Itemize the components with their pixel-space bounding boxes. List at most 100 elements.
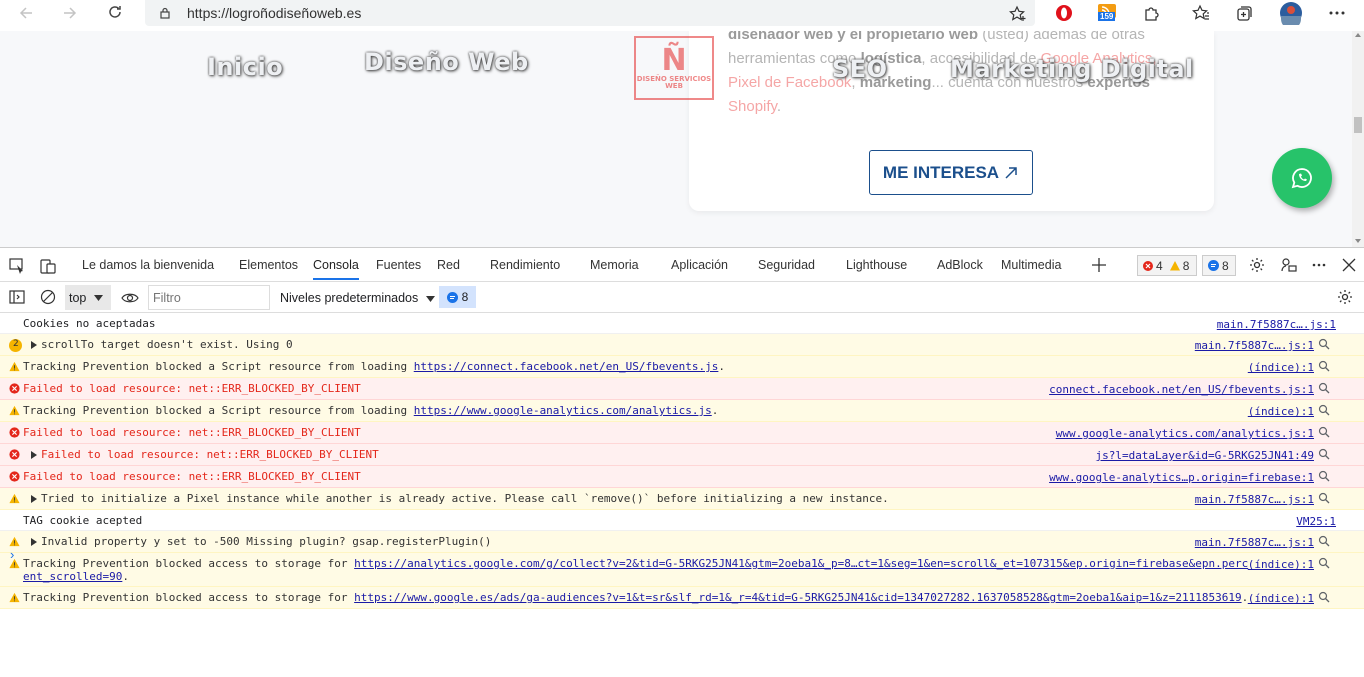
- extensions-button[interactable]: [1141, 2, 1163, 24]
- source-link[interactable]: main.7f5887c….js:1: [1195, 536, 1314, 549]
- search-icon[interactable]: [1318, 338, 1330, 350]
- levels-dropdown[interactable]: Niveles predeterminados: [280, 291, 435, 305]
- console-message-warn[interactable]: Invalid property y set to -500 Missing p…: [0, 531, 1364, 553]
- error-warning-counter[interactable]: 4 8: [1137, 255, 1197, 276]
- tab-memoria[interactable]: Memoria: [590, 258, 639, 272]
- source-link[interactable]: main.7f5887c….js:1: [1195, 339, 1314, 352]
- console-message-error[interactable]: Failed to load resource: net::ERR_BLOCKE…: [0, 422, 1364, 444]
- source-link[interactable]: main.7f5887c….js:1: [1217, 318, 1336, 331]
- nav-link-diseno-web[interactable]: Diseño Web: [364, 48, 529, 76]
- console-message-warn[interactable]: Tried to initialize a Pixel instance whi…: [0, 488, 1364, 510]
- console-message-error[interactable]: Failed to load resource: net::ERR_BLOCKE…: [0, 444, 1364, 466]
- source-link[interactable]: (índice):1: [1248, 558, 1314, 571]
- console-message-error[interactable]: Failed to load resource: net::ERR_BLOCKE…: [0, 378, 1364, 400]
- search-icon[interactable]: [1318, 382, 1330, 394]
- remote-devices-icon[interactable]: [1281, 257, 1297, 273]
- eye-icon[interactable]: [121, 292, 139, 304]
- console-message-warn[interactable]: Tracking Prevention blocked access to st…: [0, 587, 1364, 609]
- expand-triangle-icon[interactable]: [31, 538, 37, 546]
- source-link[interactable]: VM25:1: [1296, 515, 1336, 528]
- expand-triangle-icon[interactable]: [31, 495, 37, 503]
- search-icon[interactable]: [1318, 426, 1330, 438]
- console-message-info[interactable]: Cookies no aceptadas main.7f5887c….js:1: [0, 313, 1364, 334]
- console-message-error[interactable]: Failed to load resource: net::ERR_BLOCKE…: [0, 466, 1364, 488]
- favorites-button[interactable]: [1190, 2, 1212, 24]
- message-link[interactable]: ent_scrolled=90: [23, 570, 122, 583]
- nav-link-seo[interactable]: SEO: [832, 55, 888, 83]
- console-message-info[interactable]: TAG cookie acepted VM25:1: [0, 510, 1364, 531]
- source-link[interactable]: connect.facebook.net/en_US/fbevents.js:1: [1049, 383, 1314, 396]
- profile-avatar[interactable]: [1279, 1, 1303, 25]
- console-prompt[interactable]: ›: [10, 547, 14, 562]
- device-emulation-icon[interactable]: [40, 258, 56, 274]
- opera-extension-icon[interactable]: [1053, 2, 1075, 24]
- close-icon[interactable]: [1341, 257, 1357, 273]
- back-button[interactable]: [15, 2, 37, 24]
- tab-fuentes[interactable]: Fuentes: [376, 258, 421, 272]
- site-logo[interactable]: Ñ DISEÑO SERVICIOS WEB: [634, 36, 714, 100]
- tab-aplicacion[interactable]: Aplicación: [671, 258, 728, 272]
- tab-bienvenida[interactable]: Le damos la bienvenida: [82, 258, 214, 272]
- source-link[interactable]: www.google-analytics.com/analytics.js:1: [1056, 427, 1314, 440]
- favorites-add-icon[interactable]: [1009, 5, 1027, 23]
- context-selector[interactable]: top: [65, 285, 111, 310]
- source-link[interactable]: (índice):1: [1248, 361, 1314, 374]
- inspect-element-icon[interactable]: [9, 258, 25, 274]
- gear-icon[interactable]: [1249, 257, 1265, 273]
- nav-link-marketing-digital[interactable]: Marketing Digital: [950, 55, 1194, 83]
- console-message-warn[interactable]: 2 scrollTo target doesn't exist. Using 0 m…: [0, 334, 1364, 356]
- source-link[interactable]: (índice):1: [1248, 405, 1314, 418]
- info-counter[interactable]: 8: [1202, 255, 1236, 276]
- scroll-down-icon[interactable]: [1355, 239, 1361, 243]
- source-link[interactable]: www.google-analytics…p.origin=firebase:1: [1049, 471, 1314, 484]
- rss-extension-icon[interactable]: 159: [1096, 0, 1118, 22]
- search-icon[interactable]: [1318, 360, 1330, 372]
- clear-console-icon[interactable]: [40, 289, 56, 305]
- nav-link-inicio[interactable]: Inicio: [207, 53, 283, 81]
- forward-button[interactable]: [59, 2, 81, 24]
- console-settings-gear-icon[interactable]: [1337, 289, 1353, 305]
- message-link[interactable]: https://analytics.google.com/g/collect?v…: [354, 557, 1248, 570]
- whatsapp-button[interactable]: [1272, 148, 1332, 208]
- refresh-button[interactable]: [104, 1, 126, 23]
- filter-input[interactable]: Filtro: [148, 285, 270, 310]
- message-link[interactable]: https://www.google-analytics.com/analyti…: [414, 404, 712, 417]
- settings-more-button[interactable]: [1326, 2, 1348, 24]
- collections-button[interactable]: [1234, 2, 1256, 24]
- tab-multimedia[interactable]: Multimedia: [1001, 258, 1061, 272]
- source-link[interactable]: js?l=dataLayer&id=G-5RKG25JN41:49: [1095, 449, 1314, 462]
- console-message-warn[interactable]: Tracking Prevention blocked a Script res…: [0, 400, 1364, 422]
- tab-rendimiento[interactable]: Rendimiento: [490, 258, 560, 272]
- search-icon[interactable]: [1318, 557, 1330, 569]
- search-icon[interactable]: [1318, 591, 1330, 603]
- page-scrollbar[interactable]: [1352, 31, 1364, 247]
- address-bar[interactable]: https://logroñodiseñoweb.es: [145, 0, 1035, 26]
- search-icon[interactable]: [1318, 492, 1330, 504]
- console-message-warn[interactable]: Tracking Prevention blocked access to st…: [0, 553, 1364, 587]
- expand-triangle-icon[interactable]: [31, 341, 37, 349]
- tab-adblock[interactable]: AdBlock: [937, 258, 983, 272]
- source-link[interactable]: main.7f5887c….js:1: [1195, 493, 1314, 506]
- search-icon[interactable]: [1318, 470, 1330, 482]
- tab-consola[interactable]: Consola: [313, 258, 359, 280]
- card-link[interactable]: Shopify: [728, 98, 777, 115]
- tab-elementos[interactable]: Elementos: [239, 258, 298, 272]
- message-link[interactable]: https://www.google.es/ads/ga-audiences?v…: [354, 591, 1241, 604]
- search-icon[interactable]: [1318, 535, 1330, 547]
- issues-counter[interactable]: 8: [439, 286, 476, 308]
- search-icon[interactable]: [1318, 448, 1330, 460]
- add-tab-icon[interactable]: [1091, 257, 1107, 273]
- scrollbar-thumb[interactable]: [1354, 117, 1362, 133]
- tab-seguridad[interactable]: Seguridad: [758, 258, 815, 272]
- search-icon[interactable]: [1318, 404, 1330, 416]
- message-link[interactable]: https://connect.facebook.net/en_US/fbeve…: [414, 360, 719, 373]
- console-message-warn[interactable]: Tracking Prevention blocked a Script res…: [0, 356, 1364, 378]
- tab-lighthouse[interactable]: Lighthouse: [846, 258, 907, 272]
- expand-triangle-icon[interactable]: [31, 451, 37, 459]
- more-options-icon[interactable]: [1311, 257, 1327, 273]
- tab-red[interactable]: Red: [437, 258, 460, 272]
- sidebar-toggle-icon[interactable]: [9, 290, 25, 304]
- me-interesa-button[interactable]: ME INTERESA: [869, 150, 1033, 195]
- source-link[interactable]: (índice):1: [1248, 592, 1314, 605]
- scroll-up-icon[interactable]: [1355, 33, 1361, 37]
